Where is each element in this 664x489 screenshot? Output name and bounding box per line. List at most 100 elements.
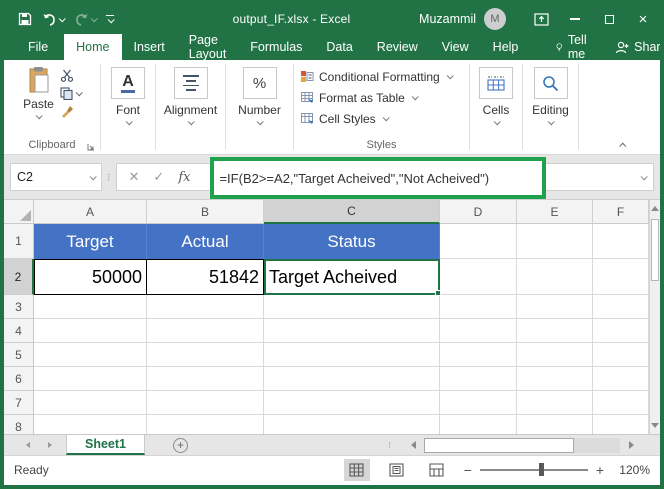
cell-d4[interactable] (440, 319, 517, 343)
zoom-slider-thumb[interactable] (539, 463, 544, 476)
number-dropdown-icon[interactable] (257, 118, 264, 125)
undo-dropdown-icon[interactable] (59, 15, 66, 22)
tab-splitter[interactable]: ⁝ (388, 440, 392, 451)
cell-a4[interactable] (34, 319, 147, 343)
formula-text[interactable]: =IF(B2>=A2,"Target Acheived","Not Acheiv… (219, 171, 489, 186)
cell-b6[interactable] (147, 367, 264, 391)
maximize-button[interactable] (592, 4, 626, 34)
enter-icon[interactable]: ✓ (153, 169, 164, 185)
cell-styles-dropdown-icon[interactable] (382, 114, 389, 121)
vertical-scroll-thumb[interactable] (651, 219, 659, 281)
select-all-button[interactable] (4, 200, 34, 224)
formula-bar-splitter[interactable]: ⁝ (107, 171, 111, 184)
editing-group[interactable]: Editing (523, 60, 578, 154)
tab-help[interactable]: Help (481, 34, 531, 60)
row-header-6[interactable]: 6 (4, 367, 34, 391)
normal-view-button[interactable] (344, 459, 370, 481)
cell-f2[interactable] (593, 259, 649, 295)
cell-e3[interactable] (517, 295, 593, 319)
paste-dropdown-icon[interactable] (36, 112, 43, 119)
row-header-3[interactable]: 3 (4, 295, 34, 319)
alignment-group[interactable]: Alignment (156, 60, 225, 154)
cell-b8[interactable] (147, 415, 264, 434)
tab-data[interactable]: Data (314, 34, 364, 60)
save-icon[interactable] (18, 12, 32, 26)
name-box-dropdown-icon[interactable] (90, 173, 97, 180)
cell-e8[interactable] (517, 415, 593, 434)
customize-qat-button[interactable] (106, 15, 114, 24)
font-icon[interactable]: A (111, 67, 145, 99)
column-header-b[interactable]: B (147, 200, 264, 224)
tab-review[interactable]: Review (365, 34, 430, 60)
paste-button[interactable]: Paste (23, 66, 54, 119)
cell-e2[interactable] (517, 259, 593, 295)
cell-f5[interactable] (593, 343, 649, 367)
font-dropdown-icon[interactable] (125, 118, 132, 125)
cell-d8[interactable] (440, 415, 517, 434)
fill-handle[interactable] (435, 290, 441, 296)
cell-a8[interactable] (34, 415, 147, 434)
cell-a2[interactable]: 50000 (34, 259, 147, 295)
cut-button[interactable] (60, 69, 81, 82)
cell-d3[interactable] (440, 295, 517, 319)
cell-styles-button[interactable]: Cell Styles (300, 108, 388, 129)
cell-f6[interactable] (593, 367, 649, 391)
user-name[interactable]: Muzammil (419, 12, 476, 26)
cell-c3[interactable] (264, 295, 440, 319)
font-group[interactable]: A Font (101, 60, 155, 154)
cell-a7[interactable] (34, 391, 147, 415)
percent-icon[interactable]: % (243, 67, 277, 99)
cells-icon[interactable] (479, 67, 513, 99)
cell-d7[interactable] (440, 391, 517, 415)
name-box[interactable]: C2 (10, 163, 102, 191)
column-header-e[interactable]: E (517, 200, 593, 224)
format-as-table-button[interactable]: Format as Table (300, 87, 417, 108)
scroll-right-icon[interactable] (624, 438, 638, 453)
cell-d6[interactable] (440, 367, 517, 391)
prev-sheet-icon[interactable] (26, 442, 30, 448)
insert-function-icon[interactable]: fx (178, 170, 190, 185)
cell-e1[interactable] (517, 224, 593, 259)
tab-insert[interactable]: Insert (122, 34, 177, 60)
formula-bar-expand-icon[interactable] (641, 173, 648, 180)
editing-dropdown-icon[interactable] (548, 118, 555, 125)
cell-e6[interactable] (517, 367, 593, 391)
zoom-out-button[interactable]: − (464, 462, 472, 478)
row-header-4[interactable]: 4 (4, 319, 34, 343)
vertical-scrollbar[interactable] (649, 200, 660, 434)
cell-b2[interactable]: 51842 (147, 259, 264, 295)
alignment-icon[interactable] (174, 67, 208, 99)
row-header-1[interactable]: 1 (4, 224, 34, 259)
cell-c8[interactable] (264, 415, 440, 434)
column-header-f[interactable]: F (593, 200, 649, 224)
column-header-d[interactable]: D (440, 200, 517, 224)
cell-c1[interactable]: Status (264, 224, 440, 259)
tab-view[interactable]: View (430, 34, 481, 60)
row-header-5[interactable]: 5 (4, 343, 34, 367)
sheet-tab-sheet1[interactable]: Sheet1 (66, 435, 145, 455)
page-break-preview-button[interactable] (424, 459, 450, 481)
conditional-formatting-button[interactable]: Conditional Formatting (300, 66, 452, 87)
close-button[interactable]: × (626, 4, 660, 34)
cell-f1[interactable] (593, 224, 649, 259)
scroll-up-icon[interactable] (650, 200, 660, 217)
cell-c4[interactable] (264, 319, 440, 343)
cells-group[interactable]: Cells (470, 60, 522, 154)
zoom-in-button[interactable]: + (596, 462, 604, 478)
alignment-dropdown-icon[interactable] (188, 118, 195, 125)
cell-a1[interactable]: Target (34, 224, 147, 259)
ribbon-display-options-button[interactable] (524, 4, 558, 34)
cell-e7[interactable] (517, 391, 593, 415)
page-layout-view-button[interactable] (384, 459, 410, 481)
horizontal-scroll-thumb[interactable] (424, 438, 574, 453)
cell-c7[interactable] (264, 391, 440, 415)
cell-d2[interactable] (440, 259, 517, 295)
cell-f7[interactable] (593, 391, 649, 415)
tell-me-button[interactable]: Tell me (546, 34, 601, 60)
minimize-button[interactable] (558, 4, 592, 34)
column-header-a[interactable]: A (34, 200, 147, 224)
cell-e5[interactable] (517, 343, 593, 367)
row-header-2[interactable]: 2 (4, 259, 34, 295)
cell-a3[interactable] (34, 295, 147, 319)
undo-button[interactable] (42, 13, 64, 26)
